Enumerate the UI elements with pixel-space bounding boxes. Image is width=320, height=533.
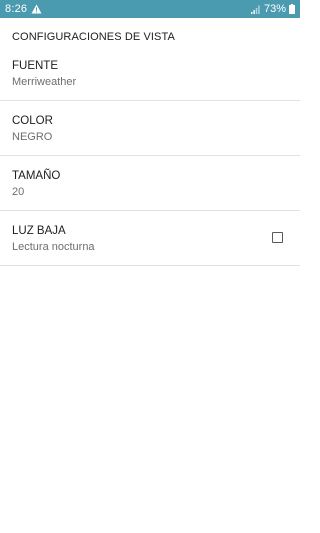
setting-font-label: FUENTE — [12, 60, 58, 72]
settings-list: FUENTE Merriweather COLOR NEGRO TAMAÑO 2… — [0, 46, 300, 266]
status-time: 8:26 — [5, 3, 28, 15]
setting-size-value: 20 — [12, 186, 25, 198]
setting-font[interactable]: FUENTE Merriweather — [0, 46, 300, 101]
alert-icon — [31, 4, 42, 14]
setting-low-light-value: Lectura nocturna — [12, 241, 95, 253]
section-title: CONFIGURACIONES DE VISTA — [12, 31, 175, 43]
low-light-checkbox[interactable] — [272, 232, 283, 243]
setting-low-light[interactable]: LUZ BAJA Lectura nocturna — [0, 211, 300, 266]
setting-color-label: COLOR — [12, 115, 53, 127]
setting-color[interactable]: COLOR NEGRO — [0, 101, 300, 156]
signal-icon — [250, 5, 260, 14]
battery-percent: 73% — [263, 3, 286, 15]
status-right: 73% — [250, 0, 295, 18]
setting-size-label: TAMAÑO — [12, 170, 61, 182]
setting-color-value: NEGRO — [12, 131, 53, 143]
setting-low-light-label: LUZ BAJA — [12, 225, 66, 237]
setting-size[interactable]: TAMAÑO 20 — [0, 156, 300, 211]
status-bar: 8:26 73% — [0, 0, 300, 18]
setting-font-value: Merriweather — [12, 76, 77, 88]
battery-icon — [289, 4, 295, 14]
